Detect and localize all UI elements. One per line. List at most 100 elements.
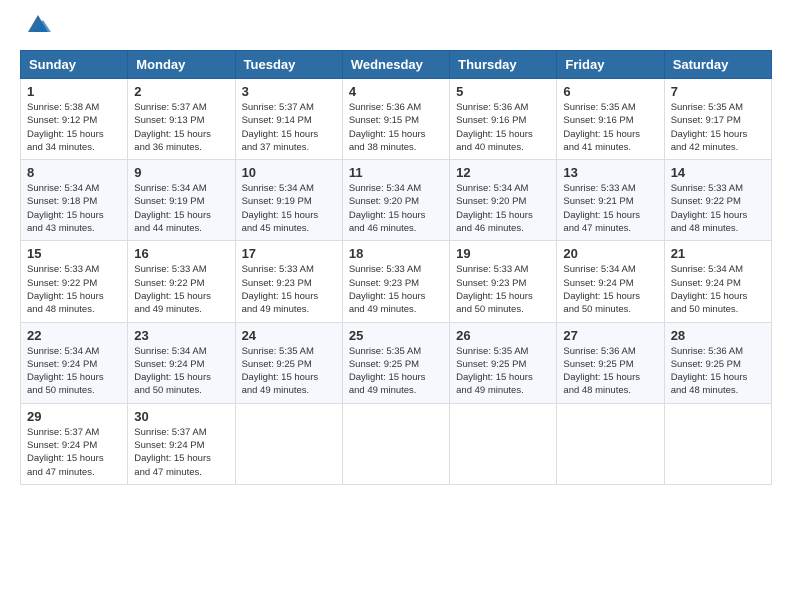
day-number: 19 xyxy=(456,246,550,261)
day-info: Sunrise: 5:34 AM Sunset: 9:20 PM Dayligh… xyxy=(456,182,550,235)
day-number: 5 xyxy=(456,84,550,99)
day-info: Sunrise: 5:34 AM Sunset: 9:24 PM Dayligh… xyxy=(563,263,657,316)
day-number: 28 xyxy=(671,328,765,343)
day-info: Sunrise: 5:33 AM Sunset: 9:23 PM Dayligh… xyxy=(349,263,443,316)
col-sunday: Sunday xyxy=(21,51,128,79)
calendar-cell: 9Sunrise: 5:34 AM Sunset: 9:19 PM Daylig… xyxy=(128,160,235,241)
day-number: 27 xyxy=(563,328,657,343)
calendar-cell: 11Sunrise: 5:34 AM Sunset: 9:20 PM Dayli… xyxy=(342,160,449,241)
calendar-cell: 7Sunrise: 5:35 AM Sunset: 9:17 PM Daylig… xyxy=(664,79,771,160)
day-info: Sunrise: 5:33 AM Sunset: 9:22 PM Dayligh… xyxy=(134,263,228,316)
day-number: 29 xyxy=(27,409,121,424)
calendar-cell: 14Sunrise: 5:33 AM Sunset: 9:22 PM Dayli… xyxy=(664,160,771,241)
day-info: Sunrise: 5:33 AM Sunset: 9:22 PM Dayligh… xyxy=(27,263,121,316)
day-number: 17 xyxy=(242,246,336,261)
calendar-cell: 12 Sunrise: 5:34 AM Sunset: 9:20 PM Dayli… xyxy=(450,160,557,241)
day-info: Sunrise: 5:33 AM Sunset: 9:22 PM Dayligh… xyxy=(671,182,765,235)
calendar-cell: 6 Sunrise: 5:35 AM Sunset: 9:16 PM Daylig… xyxy=(557,79,664,160)
day-info: Sunrise: 5:37 AM Sunset: 9:24 PM Dayligh… xyxy=(27,426,121,479)
calendar-cell: 2 Sunrise: 5:37 AM Sunset: 9:13 PM Daylig… xyxy=(128,79,235,160)
day-number: 3 xyxy=(242,84,336,99)
day-info: Sunrise: 5:35 AM Sunset: 9:16 PM Dayligh… xyxy=(563,101,657,154)
day-number: 30 xyxy=(134,409,228,424)
calendar-cell: 5Sunrise: 5:36 AM Sunset: 9:16 PM Daylig… xyxy=(450,79,557,160)
calendar-cell: 13 Sunrise: 5:33 AM Sunset: 9:21 PM Dayli… xyxy=(557,160,664,241)
day-number: 23 xyxy=(134,328,228,343)
calendar-cell: 3 Sunrise: 5:37 AM Sunset: 9:14 PM Daylig… xyxy=(235,79,342,160)
day-info: Sunrise: 5:37 AM Sunset: 9:24 PM Dayligh… xyxy=(134,426,228,479)
day-number: 10 xyxy=(242,165,336,180)
day-info: Sunrise: 5:36 AM Sunset: 9:25 PM Dayligh… xyxy=(671,345,765,398)
calendar-cell: 22Sunrise: 5:34 AM Sunset: 9:24 PM Dayli… xyxy=(21,322,128,403)
day-number: 2 xyxy=(134,84,228,99)
calendar-cell: 18 Sunrise: 5:33 AM Sunset: 9:23 PM Dayli… xyxy=(342,241,449,322)
logo xyxy=(20,20,53,40)
calendar-cell: 30 Sunrise: 5:37 AM Sunset: 9:24 PM Dayli… xyxy=(128,403,235,484)
day-info: Sunrise: 5:34 AM Sunset: 9:20 PM Dayligh… xyxy=(349,182,443,235)
day-number: 21 xyxy=(671,246,765,261)
week-row-1: 1 Sunrise: 5:38 AM Sunset: 9:12 PM Daylig… xyxy=(21,79,772,160)
calendar-cell xyxy=(235,403,342,484)
day-number: 12 xyxy=(456,165,550,180)
day-number: 18 xyxy=(349,246,443,261)
week-row-5: 29 Sunrise: 5:37 AM Sunset: 9:24 PM Dayli… xyxy=(21,403,772,484)
day-info: Sunrise: 5:35 AM Sunset: 9:25 PM Dayligh… xyxy=(349,345,443,398)
day-number: 16 xyxy=(134,246,228,261)
header-row: Sunday Monday Tuesday Wednesday Thursday… xyxy=(21,51,772,79)
calendar-cell: 29 Sunrise: 5:37 AM Sunset: 9:24 PM Dayli… xyxy=(21,403,128,484)
calendar-cell: 19 Sunrise: 5:33 AM Sunset: 9:23 PM Dayli… xyxy=(450,241,557,322)
calendar-cell: 24Sunrise: 5:35 AM Sunset: 9:25 PM Dayli… xyxy=(235,322,342,403)
day-number: 13 xyxy=(563,165,657,180)
calendar-cell: 26 Sunrise: 5:35 AM Sunset: 9:25 PM Dayli… xyxy=(450,322,557,403)
calendar-cell xyxy=(664,403,771,484)
day-number: 20 xyxy=(563,246,657,261)
day-number: 9 xyxy=(134,165,228,180)
col-wednesday: Wednesday xyxy=(342,51,449,79)
day-number: 15 xyxy=(27,246,121,261)
day-info: Sunrise: 5:34 AM Sunset: 9:24 PM Dayligh… xyxy=(134,345,228,398)
week-row-4: 22Sunrise: 5:34 AM Sunset: 9:24 PM Dayli… xyxy=(21,322,772,403)
day-number: 8 xyxy=(27,165,121,180)
calendar-cell: 21 Sunrise: 5:34 AM Sunset: 9:24 PM Dayli… xyxy=(664,241,771,322)
day-info: Sunrise: 5:36 AM Sunset: 9:15 PM Dayligh… xyxy=(349,101,443,154)
day-info: Sunrise: 5:33 AM Sunset: 9:23 PM Dayligh… xyxy=(242,263,336,316)
day-info: Sunrise: 5:38 AM Sunset: 9:12 PM Dayligh… xyxy=(27,101,121,154)
day-info: Sunrise: 5:35 AM Sunset: 9:17 PM Dayligh… xyxy=(671,101,765,154)
calendar-cell: 27 Sunrise: 5:36 AM Sunset: 9:25 PM Dayli… xyxy=(557,322,664,403)
day-info: Sunrise: 5:37 AM Sunset: 9:14 PM Dayligh… xyxy=(242,101,336,154)
day-info: Sunrise: 5:36 AM Sunset: 9:25 PM Dayligh… xyxy=(563,345,657,398)
calendar-cell: 15 Sunrise: 5:33 AM Sunset: 9:22 PM Dayli… xyxy=(21,241,128,322)
day-number: 1 xyxy=(27,84,121,99)
day-info: Sunrise: 5:33 AM Sunset: 9:21 PM Dayligh… xyxy=(563,182,657,235)
week-row-3: 15 Sunrise: 5:33 AM Sunset: 9:22 PM Dayli… xyxy=(21,241,772,322)
calendar-cell xyxy=(342,403,449,484)
page-header xyxy=(20,20,772,40)
calendar-cell: 20 Sunrise: 5:34 AM Sunset: 9:24 PM Dayli… xyxy=(557,241,664,322)
day-info: Sunrise: 5:34 AM Sunset: 9:19 PM Dayligh… xyxy=(242,182,336,235)
calendar-cell: 4 Sunrise: 5:36 AM Sunset: 9:15 PM Daylig… xyxy=(342,79,449,160)
day-number: 26 xyxy=(456,328,550,343)
day-info: Sunrise: 5:33 AM Sunset: 9:23 PM Dayligh… xyxy=(456,263,550,316)
day-info: Sunrise: 5:35 AM Sunset: 9:25 PM Dayligh… xyxy=(242,345,336,398)
day-info: Sunrise: 5:34 AM Sunset: 9:18 PM Dayligh… xyxy=(27,182,121,235)
col-thursday: Thursday xyxy=(450,51,557,79)
day-info: Sunrise: 5:35 AM Sunset: 9:25 PM Dayligh… xyxy=(456,345,550,398)
day-info: Sunrise: 5:34 AM Sunset: 9:24 PM Dayligh… xyxy=(671,263,765,316)
day-info: Sunrise: 5:34 AM Sunset: 9:24 PM Dayligh… xyxy=(27,345,121,398)
calendar-table: Sunday Monday Tuesday Wednesday Thursday… xyxy=(20,50,772,485)
calendar-cell xyxy=(557,403,664,484)
calendar-cell: 28 Sunrise: 5:36 AM Sunset: 9:25 PM Dayli… xyxy=(664,322,771,403)
calendar-cell: 16 Sunrise: 5:33 AM Sunset: 9:22 PM Dayli… xyxy=(128,241,235,322)
col-tuesday: Tuesday xyxy=(235,51,342,79)
day-number: 4 xyxy=(349,84,443,99)
day-number: 6 xyxy=(563,84,657,99)
calendar-cell: 23 Sunrise: 5:34 AM Sunset: 9:24 PM Dayli… xyxy=(128,322,235,403)
logo-icon xyxy=(23,10,53,40)
col-saturday: Saturday xyxy=(664,51,771,79)
week-row-2: 8 Sunrise: 5:34 AM Sunset: 9:18 PM Daylig… xyxy=(21,160,772,241)
calendar-cell: 17 Sunrise: 5:33 AM Sunset: 9:23 PM Dayli… xyxy=(235,241,342,322)
calendar-cell: 25 Sunrise: 5:35 AM Sunset: 9:25 PM Dayli… xyxy=(342,322,449,403)
day-info: Sunrise: 5:37 AM Sunset: 9:13 PM Dayligh… xyxy=(134,101,228,154)
calendar-cell xyxy=(450,403,557,484)
day-number: 25 xyxy=(349,328,443,343)
